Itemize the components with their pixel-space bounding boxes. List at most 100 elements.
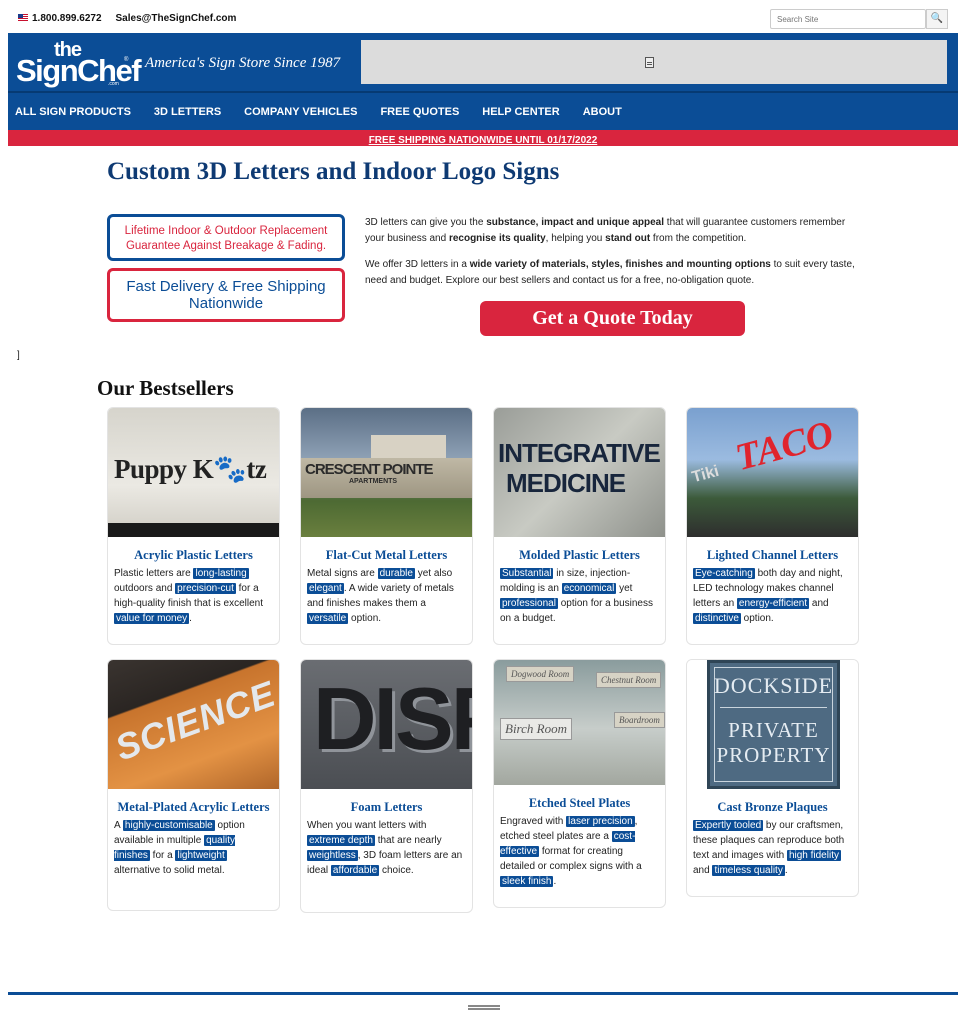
image-sign-text: DOCKSIDE xyxy=(713,673,834,698)
promo-link[interactable]: FREE SHIPPING NATIONWIDE UNTIL 01/17/202… xyxy=(369,135,598,146)
drag-handle-icon[interactable] xyxy=(468,1005,500,1010)
search-icon: 🔍 xyxy=(930,13,944,24)
description-text: option. xyxy=(740,613,774,624)
product-card-lighted-channel-letters[interactable]: Tiki TACO Lighted Channel Letters Eye-ca… xyxy=(686,407,859,645)
product-description: Substantial in size, injection-molding i… xyxy=(494,562,665,626)
product-card-molded-plastic-letters[interactable]: INTEGRATIVE MEDICINE Molded Plastic Lett… xyxy=(493,407,666,645)
highlight-keyword: distinctive xyxy=(693,613,741,624)
product-title[interactable]: Etched Steel Plates xyxy=(494,785,665,810)
stray-bracket: ] xyxy=(17,350,20,361)
product-image[interactable]: Tiki TACO xyxy=(687,408,858,537)
product-description: Expertly tooled by our craftsmen, these … xyxy=(687,814,858,878)
product-card-cast-bronze-plaques[interactable]: DOCKSIDE PRIVATE PROPERTY Cast Bronze Pl… xyxy=(686,659,859,897)
description-text: . xyxy=(553,876,557,887)
site-header: the SignChef ® .com America's Sign Store… xyxy=(8,33,958,91)
product-image[interactable]: CRESCENT POINTE APARTMENTS xyxy=(301,408,472,537)
description-text: Plastic letters are xyxy=(114,568,194,579)
product-card-metal-plated-acrylic-letters[interactable]: SCIENCE Metal-Plated Acrylic Letters A h… xyxy=(107,659,280,911)
page-title: Custom 3D Letters and Indoor Logo Signs xyxy=(107,158,560,185)
description-text: that are nearly xyxy=(374,835,442,846)
highlight-keyword: durable xyxy=(377,568,415,579)
highlight-keyword: economical xyxy=(561,583,617,594)
image-sign-subtext: APARTMENTS xyxy=(349,478,398,485)
product-card-foam-letters[interactable]: DISP Foam Letters When you want letters … xyxy=(300,659,473,913)
image-plaque: DOCKSIDE PRIVATE PROPERTY xyxy=(707,660,840,789)
highlight-keyword: high fidelity xyxy=(786,850,841,861)
image-sign-text: SCIENCE xyxy=(109,672,279,769)
nav-company-vehicles[interactable]: COMPANY VEHICLES xyxy=(244,106,357,118)
image-plate-text: Boardroom xyxy=(614,712,665,728)
product-title[interactable]: Metal-Plated Acrylic Letters xyxy=(108,789,279,814)
product-card-etched-steel-plates[interactable]: Dogwood Room Chestnut Room Birch Room Bo… xyxy=(493,659,666,908)
image-sign-text: TACO xyxy=(731,412,838,480)
product-description: Engraved with laser precision, etched st… xyxy=(494,810,665,889)
image-plate-text: Birch Room xyxy=(500,718,572,740)
product-card-acrylic-plastic-letters[interactable]: Puppy K🐾tz Acrylic Plastic Letters Plast… xyxy=(107,407,280,645)
description-text: alternative to solid metal. xyxy=(114,865,225,876)
description-text: outdoors and xyxy=(114,583,176,594)
product-image[interactable]: Dogwood Room Chestnut Room Birch Room Bo… xyxy=(494,660,665,785)
highlight-keyword: precision-cut xyxy=(175,583,236,594)
image-sign-subtext: MEDICINE xyxy=(506,468,626,498)
image-plate-text: Dogwood Room xyxy=(506,666,575,682)
logo-com: .com xyxy=(108,81,119,87)
description-text: When you want letters with xyxy=(307,820,427,831)
bestsellers-heading: Our Bestsellers xyxy=(97,376,234,400)
description-text: and xyxy=(809,598,829,609)
product-description: Eye-catching both day and night, LED tec… xyxy=(687,562,858,626)
description-text: option. xyxy=(348,613,382,624)
product-title[interactable]: Lighted Channel Letters xyxy=(687,537,858,562)
highlight-keyword: professional xyxy=(500,598,558,609)
product-title[interactable]: Molded Plastic Letters xyxy=(494,537,665,562)
delivery-badge: Fast Delivery & Free Shipping Nationwide xyxy=(107,268,345,322)
search-input[interactable] xyxy=(770,9,926,29)
highlight-keyword: laser precision xyxy=(566,816,635,827)
product-image[interactable]: SCIENCE xyxy=(108,660,279,789)
highlight-keyword: versatile xyxy=(307,613,349,624)
description-text: choice. xyxy=(379,865,414,876)
us-flag-icon xyxy=(18,14,28,21)
product-image[interactable]: INTEGRATIVE MEDICINE xyxy=(494,408,665,537)
product-image[interactable]: Puppy K🐾tz xyxy=(108,408,279,537)
document-icon xyxy=(645,57,654,68)
description-text: . xyxy=(784,865,788,876)
image-plate-text: Chestnut Room xyxy=(596,672,662,688)
intro-paragraph-1: 3D letters can give you the substance, i… xyxy=(365,217,846,244)
product-title[interactable]: Cast Bronze Plaques xyxy=(687,789,858,814)
product-title[interactable]: Flat-Cut Metal Letters xyxy=(301,537,472,562)
nav-3d-letters[interactable]: 3D LETTERS xyxy=(154,106,221,118)
nav-help-center[interactable]: HELP CENTER xyxy=(482,106,559,118)
highlight-keyword: lightweight xyxy=(175,850,227,861)
highlight-keyword: elegant xyxy=(307,583,344,594)
footer-divider xyxy=(8,992,958,995)
site-logo[interactable]: the SignChef ® .com xyxy=(16,39,142,88)
product-description: Metal signs are durable yet also elegant… xyxy=(301,562,472,626)
phone-link[interactable]: 1.800.899.6272 xyxy=(18,13,102,24)
highlight-keyword: sleek finish xyxy=(500,876,554,887)
description-text: . xyxy=(189,613,192,624)
product-title[interactable]: Acrylic Plastic Letters xyxy=(108,537,279,562)
description-text: yet xyxy=(616,583,633,594)
main-nav: ALL SIGN PRODUCTS 3D LETTERS COMPANY VEH… xyxy=(8,91,958,130)
header-banner[interactable] xyxy=(361,40,947,84)
nav-about[interactable]: ABOUT xyxy=(583,106,622,118)
get-quote-button[interactable]: Get a Quote Today xyxy=(480,301,745,336)
product-image[interactable]: DISP xyxy=(301,660,472,789)
highlight-keyword: Eye-catching xyxy=(693,568,755,579)
nav-free-quotes[interactable]: FREE QUOTES xyxy=(380,106,459,118)
highlight-keyword: long-lasting xyxy=(193,568,249,579)
utility-bar: 1.800.899.6272 Sales@TheSignChef.com 🔍 xyxy=(8,6,952,32)
promo-banner: FREE SHIPPING NATIONWIDE UNTIL 01/17/202… xyxy=(8,130,958,146)
email-link[interactable]: Sales@TheSignChef.com xyxy=(116,13,237,24)
search-button[interactable]: 🔍 xyxy=(926,9,948,29)
nav-all-sign-products[interactable]: ALL SIGN PRODUCTS xyxy=(15,106,131,118)
product-title[interactable]: Foam Letters xyxy=(301,789,472,814)
highlight-keyword: value for money xyxy=(114,613,190,624)
contact-info: 1.800.899.6272 Sales@TheSignChef.com xyxy=(18,13,236,24)
tagline: America's Sign Store Since 1987 xyxy=(145,55,341,71)
image-sign-text: INTEGRATIVE xyxy=(498,438,661,468)
highlight-keyword: energy-efficient xyxy=(736,598,810,609)
product-image[interactable]: DOCKSIDE PRIVATE PROPERTY xyxy=(687,660,858,789)
product-card-flat-cut-metal-letters[interactable]: CRESCENT POINTE APARTMENTS Flat-Cut Meta… xyxy=(300,407,473,645)
image-sign-subtext: PRIVATE PROPERTY xyxy=(716,718,831,767)
